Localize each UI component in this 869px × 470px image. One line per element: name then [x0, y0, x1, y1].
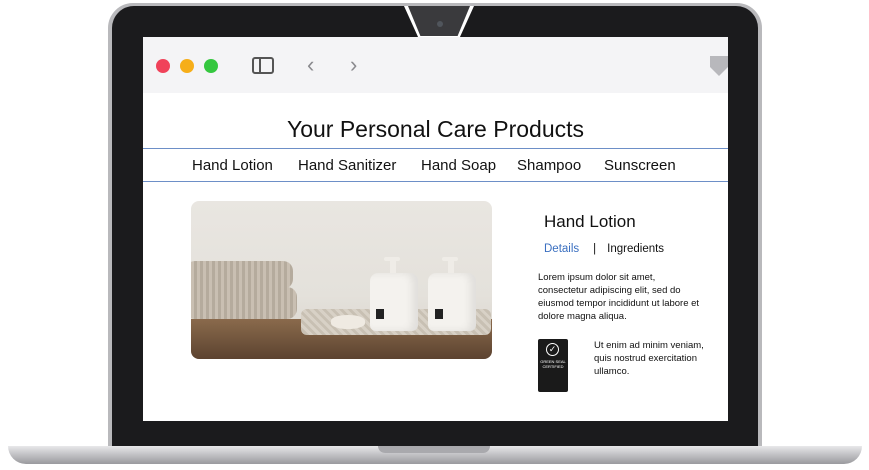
- nav-hand-sanitizer[interactable]: Hand Sanitizer: [298, 157, 396, 174]
- minimize-window-button[interactable]: [180, 59, 194, 73]
- maximize-window-button[interactable]: [204, 59, 218, 73]
- site-title: Your Personal Care Products: [286, 116, 585, 142]
- certification-text: Ut enim ad minim veniam, quis nostrud ex…: [594, 340, 704, 377]
- product-description: Lorem ipsum dolor sit amet, consectetur …: [538, 272, 700, 322]
- image-soap-bar: [331, 315, 365, 329]
- image-bottle-left: [370, 273, 418, 331]
- image-towel-bottom: [191, 287, 297, 319]
- sidebar-toggle-icon[interactable]: [252, 57, 274, 74]
- image-pump-head-right: [442, 257, 458, 261]
- green-seal-certified-badge: ✓ GREEN SEAL CERTIFIED: [538, 339, 568, 392]
- nav-sunscreen[interactable]: Sunscreen: [604, 157, 676, 174]
- tab-ingredients[interactable]: Ingredients: [607, 243, 664, 255]
- back-button[interactable]: ‹: [307, 53, 314, 77]
- image-bottle-label-left: [376, 309, 384, 319]
- browser-window: ‹ › Your Personal Care Products Hand Lot…: [143, 37, 728, 421]
- image-bottle-label-right: [435, 309, 443, 319]
- nav-hand-lotion[interactable]: Hand Lotion: [192, 157, 273, 174]
- tab-details[interactable]: Details: [544, 243, 579, 255]
- product-title: Hand Lotion: [544, 212, 636, 231]
- checkmark-icon: ✓: [546, 343, 559, 356]
- browser-toolbar: ‹ ›: [143, 37, 728, 93]
- close-window-button[interactable]: [156, 59, 170, 73]
- site-nav: Hand Lotion Hand Sanitizer Hand Soap Sha…: [143, 148, 728, 182]
- tab-separator: |: [593, 243, 597, 255]
- image-pump-head-left: [384, 257, 400, 261]
- seal-label: GREEN SEAL CERTIFIED: [540, 359, 566, 369]
- laptop-base-groove: [378, 446, 490, 453]
- nav-shampoo[interactable]: Shampoo: [517, 157, 581, 174]
- product-image: [191, 201, 492, 359]
- image-bottle-right: [428, 273, 476, 331]
- image-towel-top: [191, 261, 293, 289]
- camera-icon: [437, 21, 443, 27]
- forward-button[interactable]: ›: [350, 53, 357, 77]
- shield-icon[interactable]: [710, 56, 728, 76]
- nav-hand-soap[interactable]: Hand Soap: [421, 157, 496, 174]
- product-tabs: Details | Ingredients: [544, 243, 664, 255]
